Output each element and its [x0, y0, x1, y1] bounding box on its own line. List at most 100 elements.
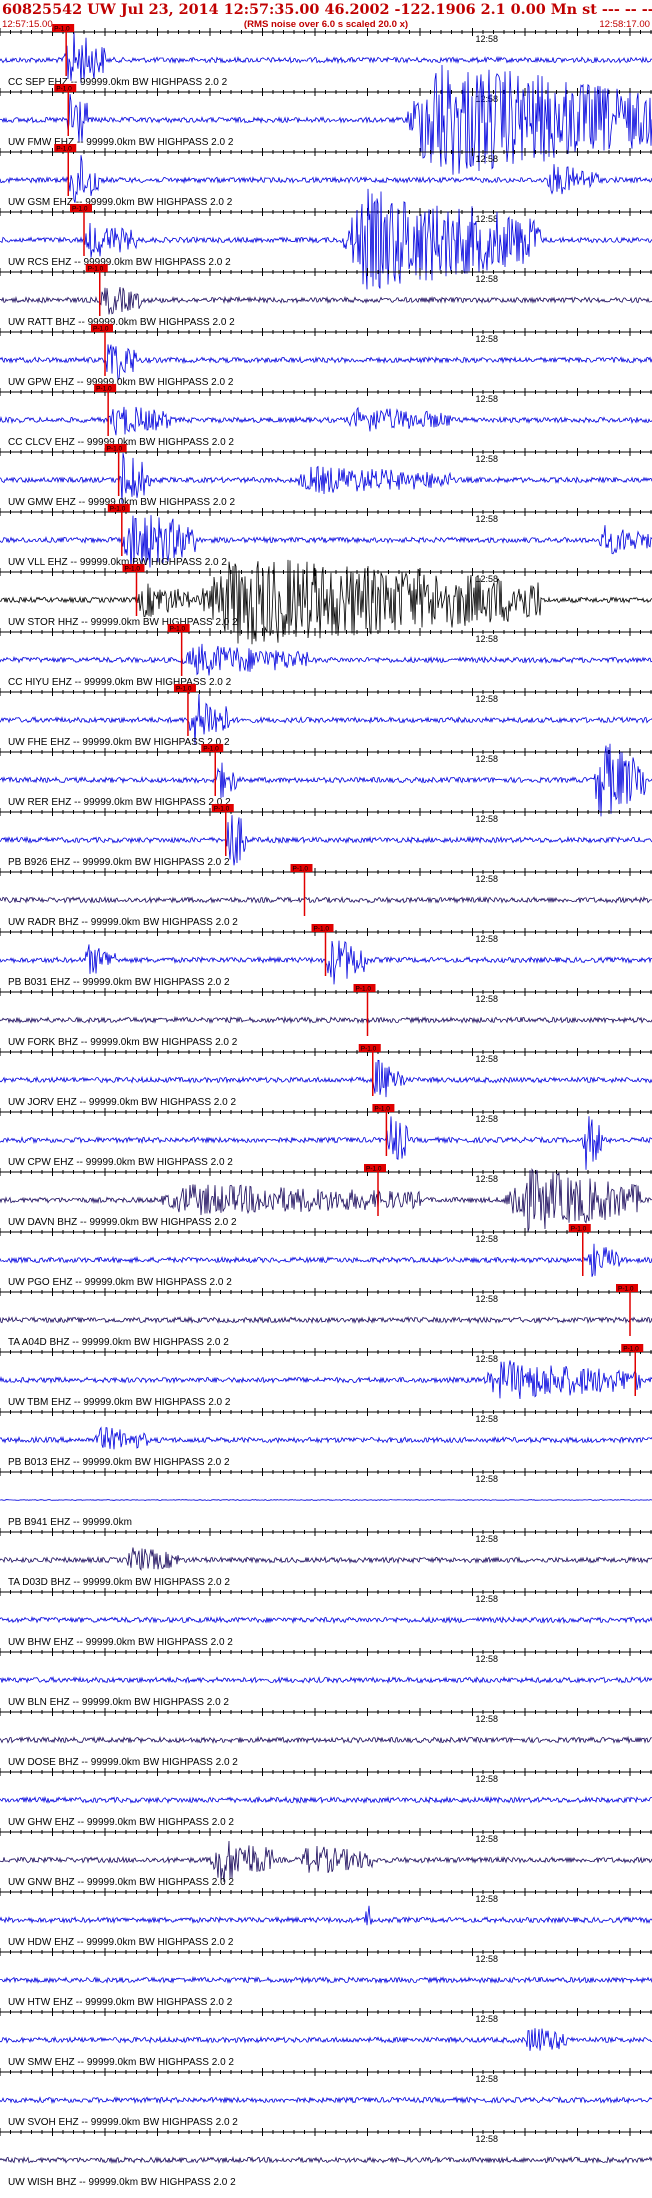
- trace-5: 12:58 UW GPW EHZ -- 99999.0km BW HIGHPASS…: [0, 324, 652, 388]
- pick-label: P-1.0: [125, 566, 141, 573]
- trace-31: 12:58 UW HDW EHZ -- 99999.0km BW HIGHPASS…: [0, 1888, 652, 1948]
- minute-label: 12:58: [476, 1294, 499, 1304]
- waveform: [0, 1426, 652, 1450]
- minute-label: 12:58: [476, 874, 499, 884]
- minute-label: 12:58: [476, 1954, 499, 1964]
- waveform: [0, 896, 652, 905]
- minute-label: 12:58: [476, 34, 499, 44]
- minute-label: 12:58: [476, 694, 499, 704]
- minute-label: 12:58: [476, 2074, 499, 2084]
- pick-label: P-1.0: [54, 26, 70, 33]
- pick-label: P-1.0: [107, 446, 123, 453]
- minute-label: 12:58: [476, 214, 499, 224]
- station-label: UW JORV EHZ -- 99999.0km BW HIGHPASS 2.0…: [8, 1097, 236, 1108]
- station-label: UW BHW EHZ -- 99999.0km BW HIGHPASS 2.0 …: [8, 1637, 233, 1648]
- minute-label: 12:58: [476, 814, 499, 824]
- trace-4: 12:58 UW RATT BHZ -- 99999.0km BW HIGHPAS…: [0, 264, 652, 328]
- station-label: UW GPW EHZ -- 99999.0km BW HIGHPASS 2.0 …: [8, 377, 234, 388]
- pick-label: P-1.0: [623, 1346, 639, 1353]
- trace-10: 12:58 CC HIYU EHZ -- 99999.0km BW HIGHPAS…: [0, 624, 652, 688]
- minute-label: 12:58: [476, 454, 499, 464]
- minute-label: 12:58: [476, 1534, 499, 1544]
- seismogram-plot: 12:58 CC SEP EHZ -- 99999.0km BW HIGHPASS…: [0, 24, 652, 2188]
- minute-label: 12:58: [476, 1834, 499, 1844]
- station-label: CC HIYU EHZ -- 99999.0km BW HIGHPASS 2.0…: [8, 677, 232, 688]
- waveform: [0, 1905, 652, 1926]
- station-label: UW GSM EHZ -- 99999.0km BW HIGHPASS 2.0 …: [8, 197, 233, 208]
- waveform: [0, 1547, 652, 1571]
- station-label: TA D03D BHZ -- 99999.0km BW HIGHPASS 2.0…: [8, 1577, 230, 1588]
- waveform: [0, 1840, 652, 1882]
- waveform: [0, 1616, 652, 1625]
- pick-label: P-1.0: [56, 86, 72, 93]
- pick-label: P-1.0: [176, 686, 192, 693]
- waveform: [0, 1316, 652, 1324]
- waveform: [0, 1499, 652, 1501]
- trace-11: 12:58 UW FHE EHZ -- 99999.0km BW HIGHPASS…: [0, 684, 652, 748]
- minute-label: 12:58: [476, 154, 499, 164]
- pick-label: P-1.0: [93, 326, 109, 333]
- trace-23: 12:58 PB B013 EHZ -- 99999.0km BW HIGHPAS…: [0, 1408, 652, 1468]
- minute-label: 12:58: [476, 514, 499, 524]
- waveform: [0, 286, 652, 315]
- station-label: PB B031 EHZ -- 99999.0km BW HIGHPASS 2.0…: [8, 977, 230, 988]
- minute-label: 12:58: [476, 1714, 499, 1724]
- pick-label: P-1.0: [618, 1286, 634, 1293]
- trace-32: 12:58 UW HTW EHZ -- 99999.0km BW HIGHPASS…: [0, 1948, 652, 2008]
- trace-18: 12:58 UW CPW EHZ -- 99999.0km BW HIGHPASS…: [0, 1104, 652, 1170]
- station-label: UW FMW EHZ -- 99999.0km BW HIGHPASS 2.0 …: [8, 137, 234, 148]
- waveform: [0, 1360, 652, 1400]
- waveform: [0, 1735, 652, 1745]
- trace-21: 12:58 TA A04D BHZ -- 99999.0km BW HIGHPAS…: [0, 1284, 652, 1348]
- station-label: TA A04D BHZ -- 99999.0km BW HIGHPASS 2.0…: [8, 1337, 229, 1348]
- station-label: CC SEP EHZ -- 99999.0km BW HIGHPASS 2.0 …: [8, 77, 228, 88]
- trace-15: 12:58 PB B031 EHZ -- 99999.0km BW HIGHPAS…: [0, 924, 652, 988]
- pick-label: P-1.0: [314, 926, 330, 933]
- minute-label: 12:58: [476, 574, 499, 584]
- waveform: [0, 344, 652, 382]
- station-label: UW HDW EHZ -- 99999.0km BW HIGHPASS 2.0 …: [8, 1937, 234, 1948]
- minute-label: 12:58: [476, 1354, 499, 1364]
- minute-label: 12:58: [476, 1474, 499, 1484]
- trace-28: 12:58 UW DOSE BHZ -- 99999.0km BW HIGHPAS…: [0, 1708, 652, 1768]
- waveform: [0, 1975, 652, 1984]
- station-label: PB B013 EHZ -- 99999.0km BW HIGHPASS 2.0…: [8, 1457, 230, 1468]
- station-label: UW CPW EHZ -- 99999.0km BW HIGHPASS 2.0 …: [8, 1157, 233, 1168]
- minute-label: 12:58: [476, 1414, 499, 1424]
- station-label: UW WISH BHZ -- 99999.0km BW HIGHPASS 2.0…: [8, 2177, 236, 2188]
- trace-25: 12:58 TA D03D BHZ -- 99999.0km BW HIGHPAS…: [0, 1528, 652, 1588]
- minute-label: 12:58: [476, 634, 499, 644]
- trace-26: 12:58 UW BHW EHZ -- 99999.0km BW HIGHPASS…: [0, 1588, 652, 1648]
- waveform: [0, 155, 652, 203]
- trace-6: 12:58CC CLCV EHZ -- 99999.0km BW HIGHPAS…: [0, 384, 652, 448]
- minute-label: 12:58: [476, 1174, 499, 1184]
- trace-27: 12:58 UW BLN EHZ -- 99999.0km BW HIGHPASS…: [0, 1648, 652, 1708]
- waveform: [0, 32, 652, 83]
- station-label: UW GHW EHZ -- 99999.0km BW HIGHPASS 2.0 …: [8, 1817, 234, 1828]
- trace-34: 12:58 UW SVOH EHZ -- 99999.0km BW HIGHPAS…: [0, 2068, 652, 2128]
- station-label: UW RATT BHZ -- 99999.0km BW HIGHPASS 2.0…: [8, 317, 235, 328]
- station-label: PB B926 EHZ -- 99999.0km BW HIGHPASS 2.0…: [8, 857, 230, 868]
- pick-label: P-1.0: [374, 1106, 390, 1113]
- station-label: UW HTW EHZ -- 99999.0km BW HIGHPASS 2.0 …: [8, 1997, 233, 2008]
- minute-label: 12:58: [476, 1114, 499, 1124]
- pick-label: P-1.0: [571, 1226, 587, 1233]
- minute-label: 12:58: [476, 274, 499, 284]
- waveform: [0, 2028, 652, 2051]
- trace-20: 12:58 UW PGO EHZ -- 99999.0km BW HIGHPASS…: [0, 1224, 652, 1288]
- trace-0: 12:58 CC SEP EHZ -- 99999.0km BW HIGHPASS…: [0, 24, 652, 88]
- minute-label: 12:58: [476, 754, 499, 764]
- waveform: [0, 643, 652, 676]
- station-label: UW FORK BHZ -- 99999.0km BW HIGHPASS 2.0…: [8, 1037, 238, 1048]
- waveform: [0, 1795, 652, 1805]
- station-label: UW FHE EHZ -- 99999.0km BW HIGHPASS 2.0 …: [8, 737, 230, 748]
- pick-label: P-1.0: [203, 746, 219, 753]
- trace-14: 12:58 UW RADR BHZ -- 99999.0km BW HIGHPAS…: [0, 864, 652, 928]
- station-label: UW BLN EHZ -- 99999.0km BW HIGHPASS 2.0 …: [8, 1697, 229, 1708]
- trace-29: 12:58 UW GHW EHZ -- 99999.0km BW HIGHPASS…: [0, 1768, 652, 1828]
- trace-19: 12:58 UW DAVN BHZ -- 99999.0km BW HIGHPAS…: [0, 1164, 652, 1232]
- minute-label: 12:58: [476, 94, 499, 104]
- minute-label: 12:58: [476, 1594, 499, 1604]
- station-label: UW DAVN BHZ -- 99999.0km BW HIGHPASS 2.0…: [8, 1217, 237, 1228]
- station-label: UW STOR HHZ -- 99999.0km BW HIGHPASS 2.0…: [8, 617, 238, 628]
